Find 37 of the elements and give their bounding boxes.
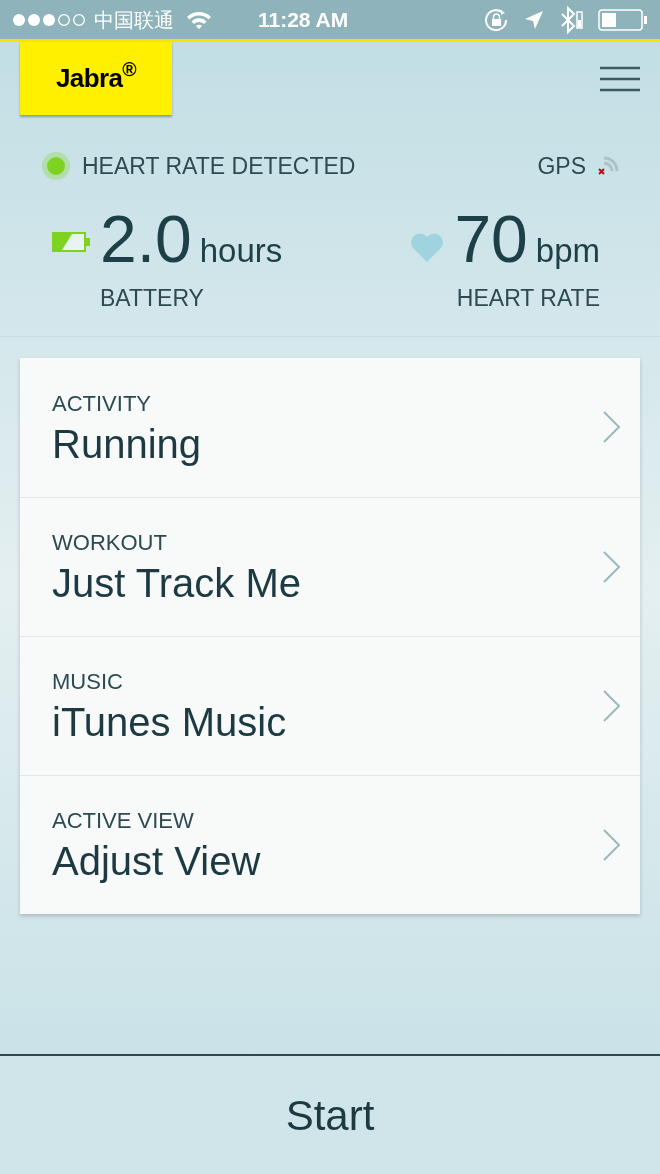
settings-row[interactable]: ACTIVITY Running [20,357,640,497]
setting-value: iTunes Music [52,699,287,746]
setting-label: WORKOUT [52,529,168,557]
wifi-icon [186,9,212,30]
stat-unit: bpm [535,230,600,271]
battery-icon [598,8,648,31]
start-button[interactable]: Start [0,1054,660,1174]
battery-level-icon [52,231,90,252]
location-arrow-icon [524,9,544,30]
setting-label: ACTIVE VIEW [52,807,195,835]
settings-row[interactable]: MUSIC iTunes Music [20,635,640,775]
setting-value: Adjust View [52,838,261,885]
setting-value: Running [52,420,201,468]
signal-icon [12,12,88,27]
chevron-right-icon [602,410,622,444]
setting-label: MUSIC [52,668,124,696]
setting-value: Just Track Me [52,560,301,607]
settings-row[interactable]: WORKOUT Just Track Me [20,496,640,636]
bluetooth-icon [558,5,584,34]
carrier-name: 中国联通 [94,7,174,33]
menu-icon[interactable] [600,66,640,92]
gps-label: GPS [537,152,586,181]
stat-unit: hours [199,230,283,271]
stat-value: 2.0 [100,203,192,274]
chevron-right-icon [602,688,622,723]
chevron-right-icon [602,549,622,584]
stat-label: HEART RATE [455,284,600,313]
heart-icon [410,231,445,262]
setting-label: ACTIVITY [52,389,152,418]
stat-value: 70 [454,203,528,274]
stat-label: BATTERY [100,284,205,313]
heart-rate-status: HEART RATE DETECTED [82,152,356,181]
settings-row[interactable]: ACTIVE VIEW Adjust View [20,774,640,914]
rotation-lock-icon [484,7,510,32]
status-time: 11:28 AM [258,6,349,33]
logo: Jabra$^{®}$ [20,42,172,115]
chevron-right-icon [602,827,622,862]
